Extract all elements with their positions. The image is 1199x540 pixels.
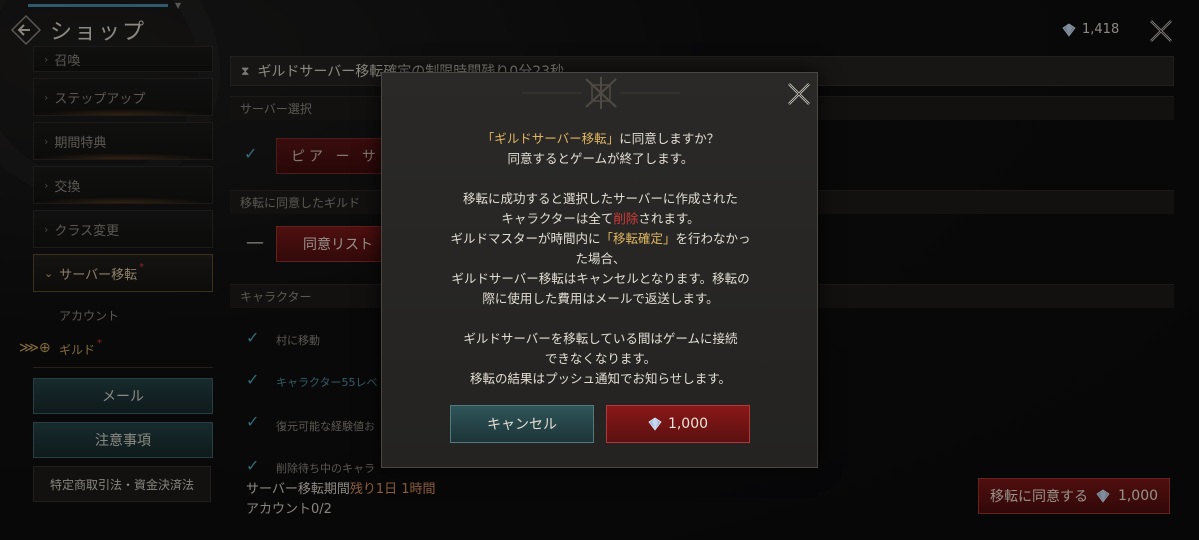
message-text: ギルドマスターが時間内に — [450, 231, 601, 246]
message-line: 移転に成功すると選択したサーバーに作成された — [463, 191, 738, 206]
message-line: 「ギルドサーバー移転」に同意しますか？ — [412, 129, 789, 149]
message-line: できなくなります。 — [544, 351, 657, 366]
message-line: キャラクターは全て削除されます。 — [412, 209, 789, 229]
confirm-dialog: 「ギルドサーバー移転」に同意しますか？ 同意するとゲームが終了します。 移転に成… — [381, 72, 818, 468]
message-text: されます。 — [638, 211, 700, 226]
highlight-text: 「ギルドサーバー移転」 — [481, 131, 620, 146]
highlight-text: 「移転確定」 — [600, 231, 676, 246]
message-line: 同意するとゲームが終了します。 — [507, 151, 694, 166]
message-line: 移転の結果はプッシュ通知でお知らせします。 — [469, 371, 731, 386]
danger-text: 削除 — [613, 211, 639, 226]
close-icon[interactable] — [786, 81, 812, 107]
message-line: ギルドマスターが時間内に「移転確定」を行わなかっ — [412, 229, 789, 249]
confirm-button-cost: 1,000 — [667, 416, 709, 432]
cancel-button[interactable]: キャンセル — [450, 405, 594, 443]
diamond-icon — [648, 417, 662, 431]
confirm-button[interactable]: 1,000 — [606, 405, 750, 443]
message-line: ギルドサーバー移転はキャンセルとなります。移転の — [451, 271, 750, 286]
ornament-emblem-icon — [522, 77, 680, 109]
message-text: を行わなかっ — [675, 231, 751, 246]
message-line: 際に使用した費用はメールで返送します。 — [482, 291, 719, 306]
message-line: ギルドサーバーを移転している間はゲームに接続 — [463, 331, 738, 346]
message-line: た場合、 — [575, 251, 626, 266]
message-text: キャラクターは全て — [501, 211, 614, 226]
message-text: に同意しますか？ — [619, 131, 720, 146]
dialog-message: 「ギルドサーバー移転」に同意しますか？ 同意するとゲームが終了します。 移転に成… — [412, 129, 789, 389]
